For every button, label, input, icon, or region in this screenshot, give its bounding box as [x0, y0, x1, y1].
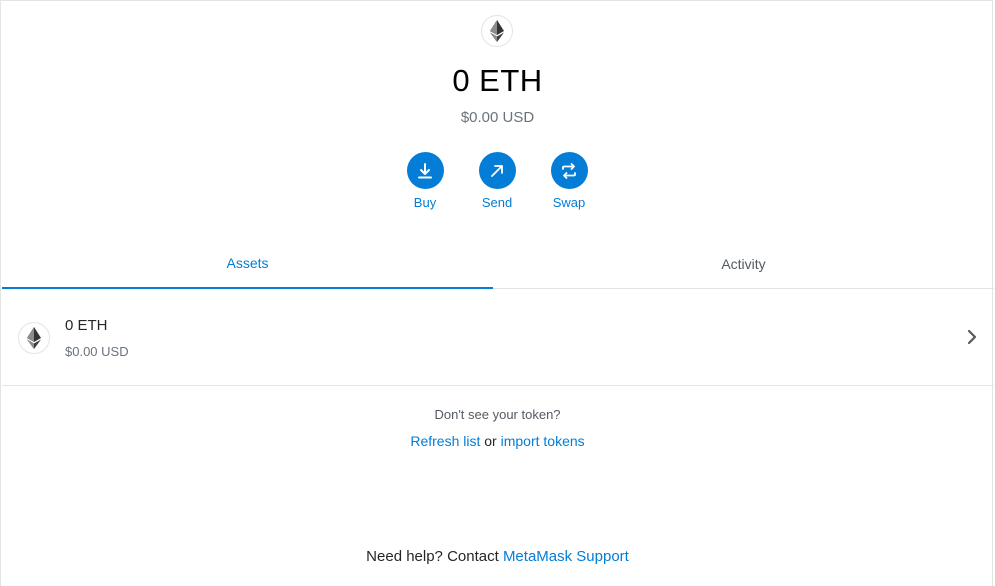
balance-primary: 0 ETH	[452, 63, 543, 98]
buy-label[interactable]: Buy	[414, 195, 436, 210]
asset-primary-balance: 0 ETH	[65, 317, 108, 334]
send-label[interactable]: Send	[482, 195, 512, 210]
asset-secondary-balance: $0.00 USD	[65, 344, 129, 359]
swap-arrows-icon[interactable]	[550, 152, 588, 189]
send-button[interactable]: Send	[467, 152, 527, 210]
arrow-up-right-icon[interactable]	[478, 152, 516, 189]
refresh-list-link[interactable]: Refresh list	[410, 433, 480, 449]
asset-list-item[interactable]: 0 ETH $0.00 USD	[2, 289, 994, 386]
buy-button[interactable]: Buy	[395, 152, 455, 210]
or-text: or	[484, 433, 497, 449]
import-tokens-link[interactable]: import tokens	[501, 433, 585, 449]
swap-button[interactable]: Swap	[539, 152, 599, 210]
tab-bar: Assets Activity	[2, 239, 994, 289]
tab-activity[interactable]: Activity	[493, 239, 994, 289]
support-footer: Need help? Contact MetaMask Support	[1, 548, 994, 565]
missing-token-prompt: Don't see your token?	[434, 407, 561, 422]
download-arrow-icon[interactable]	[406, 152, 444, 189]
support-prefix: Need help? Contact	[366, 548, 499, 565]
ethereum-icon	[18, 322, 50, 354]
balance-secondary: $0.00 USD	[460, 109, 535, 126]
metamask-support-link[interactable]: MetaMask Support	[503, 548, 629, 565]
chevron-right-icon[interactable]	[965, 329, 979, 345]
token-help-links: Refresh list or import tokens	[1, 433, 994, 449]
ethereum-icon	[481, 15, 513, 47]
tab-assets[interactable]: Assets	[2, 239, 493, 289]
swap-label[interactable]: Swap	[553, 195, 586, 210]
wallet-overview: 0 ETH $0.00 USD Buy Send Swap Assets Act…	[0, 0, 994, 586]
